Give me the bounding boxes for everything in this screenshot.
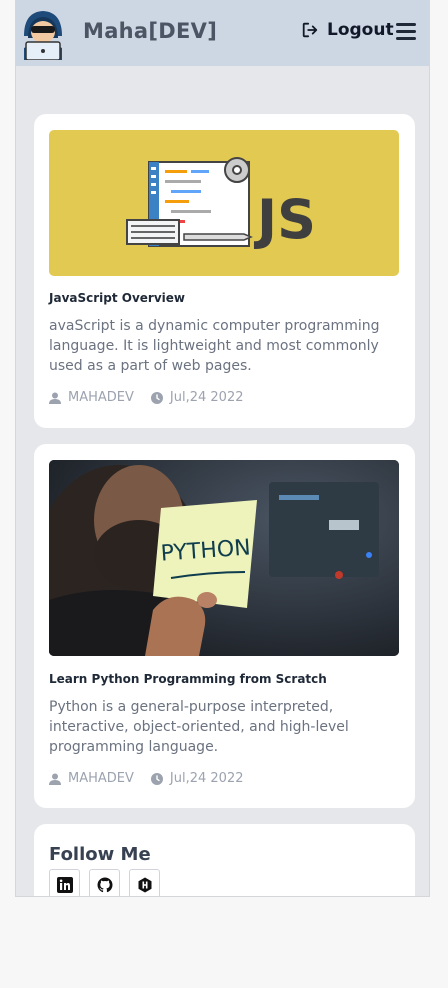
post-meta: MAHADEV Jul,24 2022	[49, 390, 243, 405]
javascript-illustration: JS	[126, 157, 316, 251]
user-icon	[49, 773, 61, 785]
post-author: MAHADEV	[68, 390, 134, 405]
post-card[interactable]: PYTHON Learn Python Programming from Scr…	[34, 444, 415, 808]
post-description: avaScript is a dynamic computer programm…	[49, 318, 380, 374]
github-link[interactable]	[89, 869, 120, 896]
hamburger-menu-icon[interactable]	[396, 23, 416, 41]
clock-icon	[150, 772, 163, 785]
post-title[interactable]: Learn Python Programming from Scratch	[49, 672, 327, 686]
clock-icon	[150, 391, 163, 404]
linkedin-link[interactable]	[49, 869, 80, 896]
post-date: Jul,24 2022	[169, 771, 244, 786]
app-viewport: Maha[DEV] Logout JS JavaScript Overview …	[15, 0, 430, 897]
linkedin-icon	[56, 876, 73, 893]
post-thumbnail[interactable]: PYTHON	[49, 460, 399, 656]
python-sticky-note-photo: PYTHON	[49, 460, 399, 656]
hashnode-link[interactable]	[129, 869, 160, 896]
js-banner-text: JS	[253, 188, 316, 251]
social-links	[49, 869, 160, 896]
post-title[interactable]: JavaScript Overview	[49, 291, 185, 305]
post-card[interactable]: JS JavaScript Overview avaScript is a dy…	[34, 114, 415, 428]
post-thumbnail[interactable]: JS	[49, 130, 399, 276]
logout-button[interactable]: Logout	[301, 20, 394, 40]
hacker-avatar-icon[interactable]	[18, 6, 68, 60]
logout-icon	[302, 22, 318, 38]
hashnode-icon	[138, 877, 151, 892]
top-navbar: Maha[DEV] Logout	[16, 0, 429, 66]
post-date: Jul,24 2022	[169, 390, 244, 405]
brand-title[interactable]: Maha[DEV]	[83, 19, 217, 43]
github-icon	[97, 877, 112, 892]
follow-card: Follow Me	[34, 824, 415, 896]
user-icon	[49, 392, 61, 404]
post-description: Python is a general-purpose interpreted,…	[49, 699, 349, 755]
logout-label: Logout	[327, 20, 394, 40]
post-author: MAHADEV	[68, 771, 134, 786]
follow-title: Follow Me	[49, 844, 151, 865]
post-meta: MAHADEV Jul,24 2022	[49, 771, 243, 786]
